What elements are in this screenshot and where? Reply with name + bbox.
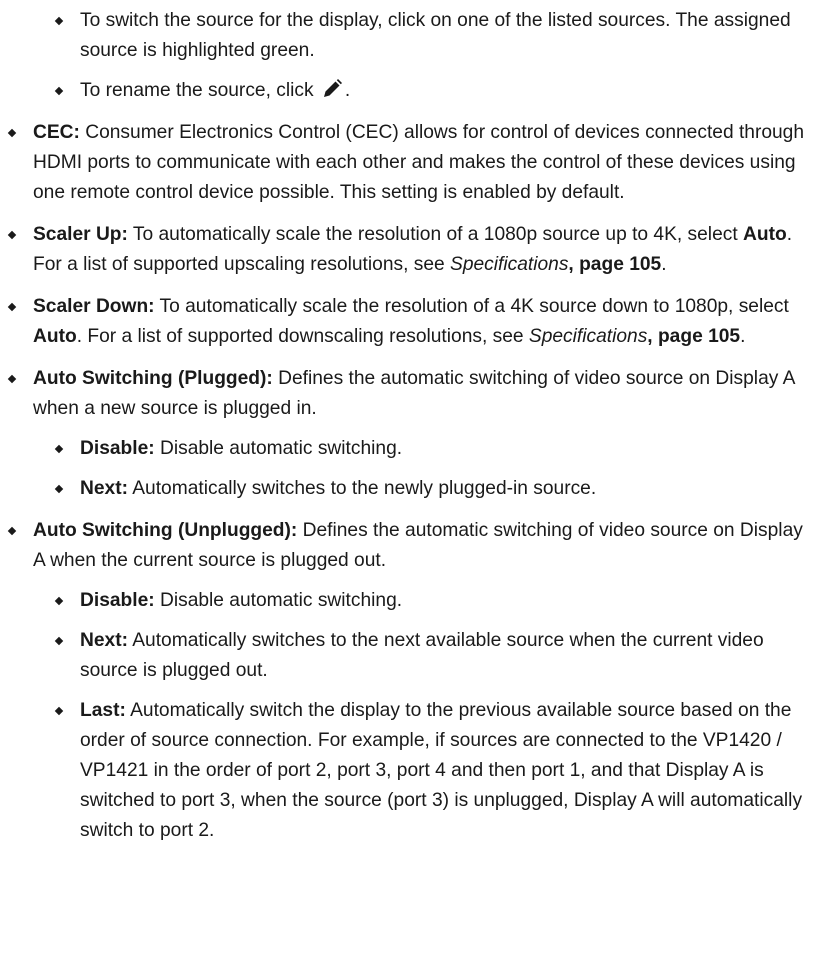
next-label: Next: — [80, 630, 128, 651]
bullet-icon — [7, 118, 17, 148]
scaler-up-text: To automatically scale the resolution of… — [127, 224, 743, 245]
bullet-icon — [54, 626, 64, 656]
page-reference: , page 105 — [568, 254, 662, 275]
bullet-icon — [54, 76, 64, 106]
last-text: Automatically switch the display to the … — [80, 700, 803, 841]
manual-page: To switch the source for the display, cl… — [0, 0, 838, 972]
bullet-icon — [54, 586, 64, 616]
bullet-icon — [7, 516, 17, 546]
scaler-down-auto: Auto — [33, 326, 77, 347]
bullet-icon — [54, 696, 64, 726]
cec-label: CEC: — [33, 122, 80, 143]
scaler-down-text-2: . For a list of supported downscaling re… — [76, 326, 529, 347]
scaler-down-label: Scaler Down: — [33, 296, 155, 317]
disable-text: Disable automatic switching. — [154, 590, 403, 611]
sub-item-plugged-next: Next: Automatically switches to the newl… — [80, 474, 820, 504]
list-item-rename: To rename the source, click . — [80, 76, 820, 106]
list-item-scaler-up: Scaler Up: To automatically scale the re… — [33, 220, 813, 280]
period: . — [661, 254, 667, 275]
rename-text: To rename the source, click — [80, 80, 319, 101]
plugged-label: Auto Switching (Plugged): — [33, 368, 273, 389]
scaler-up-auto: Auto — [743, 224, 787, 245]
disable-label: Disable: — [80, 590, 155, 611]
pencil-icon — [320, 77, 344, 101]
cec-text: Consumer Electronics Control (CEC) allow… — [33, 122, 805, 203]
bullet-icon — [7, 292, 17, 322]
next-text: Automatically switches to the newly plug… — [127, 478, 597, 499]
last-label: Last: — [80, 700, 126, 721]
list-item-cec: CEC: Consumer Electronics Control (CEC) … — [33, 118, 813, 208]
unplugged-label: Auto Switching (Unplugged): — [33, 520, 298, 541]
list-item-auto-switching-plugged: Auto Switching (Plugged): Defines the au… — [33, 364, 813, 424]
specifications-link[interactable]: Specifications — [529, 326, 647, 347]
disable-label: Disable: — [80, 438, 155, 459]
next-label: Next: — [80, 478, 128, 499]
specifications-link[interactable]: Specifications — [450, 254, 568, 275]
list-item-scaler-down: Scaler Down: To automatically scale the … — [33, 292, 813, 352]
bullet-icon — [7, 220, 17, 250]
bullet-icon — [54, 434, 64, 464]
next-text: Automatically switches to the next avail… — [80, 630, 764, 681]
sub-item-plugged-disable: Disable: Disable automatic switching. — [80, 434, 820, 464]
sub-item-unplugged-disable: Disable: Disable automatic switching. — [80, 586, 820, 616]
disable-text: Disable automatic switching. — [154, 438, 403, 459]
scaler-down-text: To automatically scale the resolution of… — [154, 296, 789, 317]
bullet-icon — [7, 364, 17, 394]
switch-source-text: To switch the source for the display, cl… — [80, 10, 791, 61]
page-reference: , page 105 — [647, 326, 741, 347]
rename-period: . — [344, 80, 351, 101]
scaler-up-label: Scaler Up: — [33, 224, 128, 245]
bullet-icon — [54, 474, 64, 504]
period: . — [740, 326, 746, 347]
list-item-auto-switching-unplugged: Auto Switching (Unplugged): Defines the … — [33, 516, 813, 576]
sub-item-unplugged-last: Last: Automatically switch the display t… — [80, 696, 820, 846]
sub-item-unplugged-next: Next: Automatically switches to the next… — [80, 626, 820, 686]
list-item-switch-source: To switch the source for the display, cl… — [80, 6, 820, 66]
bullet-icon — [54, 6, 64, 36]
